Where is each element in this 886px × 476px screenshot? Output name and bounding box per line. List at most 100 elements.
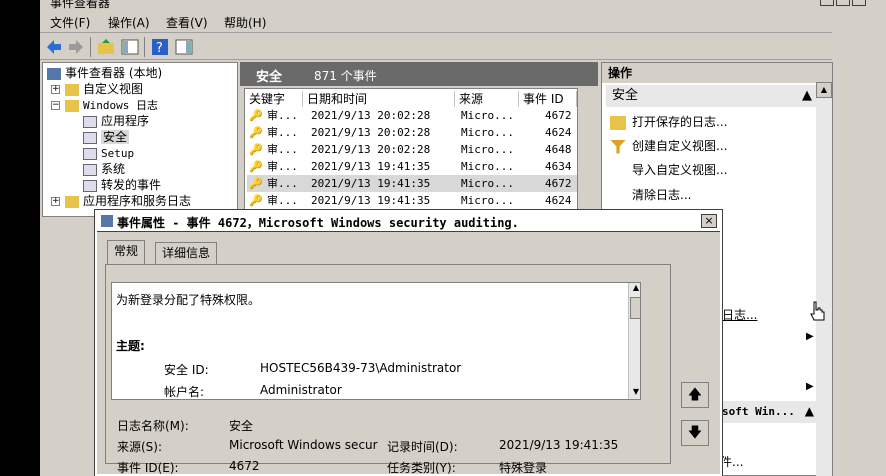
log-name-value: 安全 — [229, 419, 254, 433]
scroll-down-icon[interactable]: ▼ — [629, 387, 640, 399]
key-icon: 🔑 — [249, 194, 263, 207]
tree-security[interactable]: 安全 — [83, 129, 130, 145]
event-id-label: 事件 ID(E): — [117, 461, 179, 475]
toolbar-separator — [90, 37, 91, 57]
key-icon: 🔑 — [249, 177, 263, 190]
event-list: 关键字 日期和时间 来源 事件 ID 🔑 审... 2021/9/13 20:0… — [244, 88, 578, 213]
tree-root[interactable]: 事件查看器 (本地) — [47, 65, 162, 81]
table-row[interactable]: 🔑 审... 2021/9/13 19:41:35 Micro... 4634 — [247, 158, 577, 175]
tree-app-services[interactable]: 应用程序和服务日志 — [65, 193, 191, 209]
action-partial-log[interactable]: 日志... — [722, 306, 757, 323]
account-label: 帐户名: — [164, 385, 205, 399]
down-arrow-icon: 🡇 — [687, 425, 703, 441]
maximize-button[interactable] — [836, 0, 850, 6]
folder-icon — [65, 83, 79, 96]
svg-text:?: ? — [156, 41, 163, 56]
menu-bar: 文件(F) 操作(A) 查看(V) 帮助(H) — [40, 9, 832, 33]
tree-system[interactable]: 系统 — [83, 161, 125, 177]
source-value: Microsoft Windows secur — [229, 438, 378, 452]
action-pane-icon[interactable] — [174, 37, 194, 57]
back-arrow-icon[interactable] — [44, 37, 64, 57]
description-scrollbar[interactable]: ▲ ▼ — [628, 283, 640, 399]
action-clear-log[interactable]: 清除日志... — [610, 186, 691, 203]
tab-details[interactable]: 详细信息 — [155, 242, 218, 264]
expand-custom-views[interactable]: + — [51, 85, 60, 94]
minimize-button[interactable] — [820, 0, 834, 6]
help-icon[interactable]: ? — [150, 37, 170, 57]
event-count: 871 个事件 — [314, 69, 377, 83]
menu-view[interactable]: 查看(V) — [166, 14, 208, 31]
tree-forwarded[interactable]: 转发的事件 — [83, 177, 161, 193]
close-button[interactable] — [852, 0, 866, 6]
action-partial-event[interactable]: 件... — [720, 453, 743, 470]
category-label: 任务类别(Y): — [387, 461, 456, 475]
table-row[interactable]: 🔑 审... 2021/9/13 20:02:28 Micro... 4624 — [247, 124, 577, 141]
table-row[interactable]: 🔑 审... 2021/9/13 20:02:28 Micro... 4672 — [247, 107, 577, 124]
event-viewer-icon — [47, 67, 61, 80]
column-event-id[interactable]: 事件 ID — [519, 91, 577, 107]
event-properties-dialog: 事件属性 - 事件 4672，Microsoft Windows securit… — [94, 209, 723, 476]
window-title: 事件查看器 — [50, 0, 111, 9]
log-name-label: 日志名称(M): — [117, 419, 189, 433]
category-value: 特殊登录 — [499, 461, 548, 475]
log-icon — [83, 147, 97, 160]
description-text: 为新登录分配了特殊权限。 — [116, 293, 261, 307]
column-source[interactable]: 来源 — [455, 91, 519, 107]
subject-label: 主题: — [116, 339, 145, 353]
source-label: 来源(S): — [117, 440, 163, 454]
recorded-value: 2021/9/13 19:41:35 — [499, 438, 619, 452]
submenu-arrow-icon: ▶ — [806, 331, 814, 342]
dialog-title-bar: 事件属性 - 事件 4672，Microsoft Windows securit… — [97, 212, 720, 232]
tree-windows-logs[interactable]: Windows 日志 — [65, 97, 158, 113]
key-icon: 🔑 — [249, 143, 263, 156]
toolbar-separator — [144, 37, 145, 57]
tree-setup[interactable]: Setup — [83, 145, 134, 161]
actions-section-security[interactable]: 安全 ▲ — [606, 85, 816, 107]
up-arrow-icon: 🡅 — [687, 387, 703, 403]
previous-event-button[interactable]: 🡅 — [681, 382, 709, 408]
action-open-saved-log[interactable]: 打开保存的日志... — [610, 113, 727, 130]
table-row-selected[interactable]: 🔑 审... 2021/9/13 19:41:35 Micro... 4672 — [247, 175, 577, 192]
title-bar: 事件查看器 — [40, 0, 886, 9]
dialog-close-button[interactable]: × — [701, 214, 717, 228]
scroll-up-icon[interactable]: ▲ — [816, 82, 832, 98]
event-id-value: 4672 — [229, 459, 260, 473]
key-icon: 🔑 — [249, 126, 263, 139]
tree-custom-views[interactable]: 自定义视图 — [65, 81, 143, 97]
console-tree-icon[interactable] — [120, 37, 140, 57]
filter-icon — [610, 139, 626, 154]
toolbar: ? — [40, 33, 832, 60]
action-create-custom-view[interactable]: 创建自定义视图... — [610, 137, 727, 154]
table-row[interactable]: 🔑 审... 2021/9/13 19:41:35 Micro... 4624 — [247, 192, 577, 209]
action-import-custom-view[interactable]: 导入自定义视图... — [610, 161, 727, 178]
security-id-label: 安全 ID: — [164, 363, 209, 377]
actions-section-event[interactable]: soft Win... ▲ — [720, 401, 816, 423]
table-row[interactable]: 🔑 审... 2021/9/13 20:02:28 Micro... 4648 — [247, 141, 577, 158]
account-value: Administrator — [260, 383, 342, 397]
next-event-button[interactable]: 🡇 — [681, 420, 709, 446]
menu-action[interactable]: 操作(A) — [108, 14, 150, 31]
menu-file[interactable]: 文件(F) — [50, 14, 90, 31]
actions-scrollbar[interactable]: ▲ — [816, 82, 832, 476]
tab-general[interactable]: 常规 — [107, 240, 146, 264]
console-tree: 事件查看器 (本地) + 自定义视图 − Windows 日志 应用程序 安全 … — [42, 62, 238, 217]
expand-app-services[interactable]: + — [51, 197, 60, 206]
security-id-value: HOSTEC56B439-73\Administrator — [260, 361, 462, 375]
event-viewer-icon — [101, 215, 113, 227]
hand-cursor-icon — [810, 301, 825, 321]
collapse-windows-logs[interactable]: − — [51, 101, 60, 110]
menu-help[interactable]: 帮助(H) — [224, 14, 266, 31]
forward-arrow-icon[interactable] — [66, 37, 86, 57]
event-description: 为新登录分配了特殊权限。 主题: 安全 ID: HOSTEC56B439-73\… — [111, 282, 641, 400]
tree-application[interactable]: 应用程序 — [83, 113, 149, 129]
scroll-up-icon[interactable]: ▲ — [629, 283, 640, 295]
recorded-label: 记录时间(D): — [387, 440, 458, 454]
collapse-up-icon[interactable]: ▲ — [805, 404, 814, 418]
collapse-up-icon[interactable]: ▲ — [802, 85, 812, 107]
log-icon — [83, 115, 97, 128]
column-date[interactable]: 日期和时间 — [303, 91, 455, 107]
column-keyword[interactable]: 关键字 — [245, 91, 303, 107]
center-pane-header: 安全 871 个事件 — [240, 62, 598, 86]
scroll-thumb[interactable] — [630, 297, 640, 319]
up-folder-icon[interactable] — [96, 37, 116, 57]
